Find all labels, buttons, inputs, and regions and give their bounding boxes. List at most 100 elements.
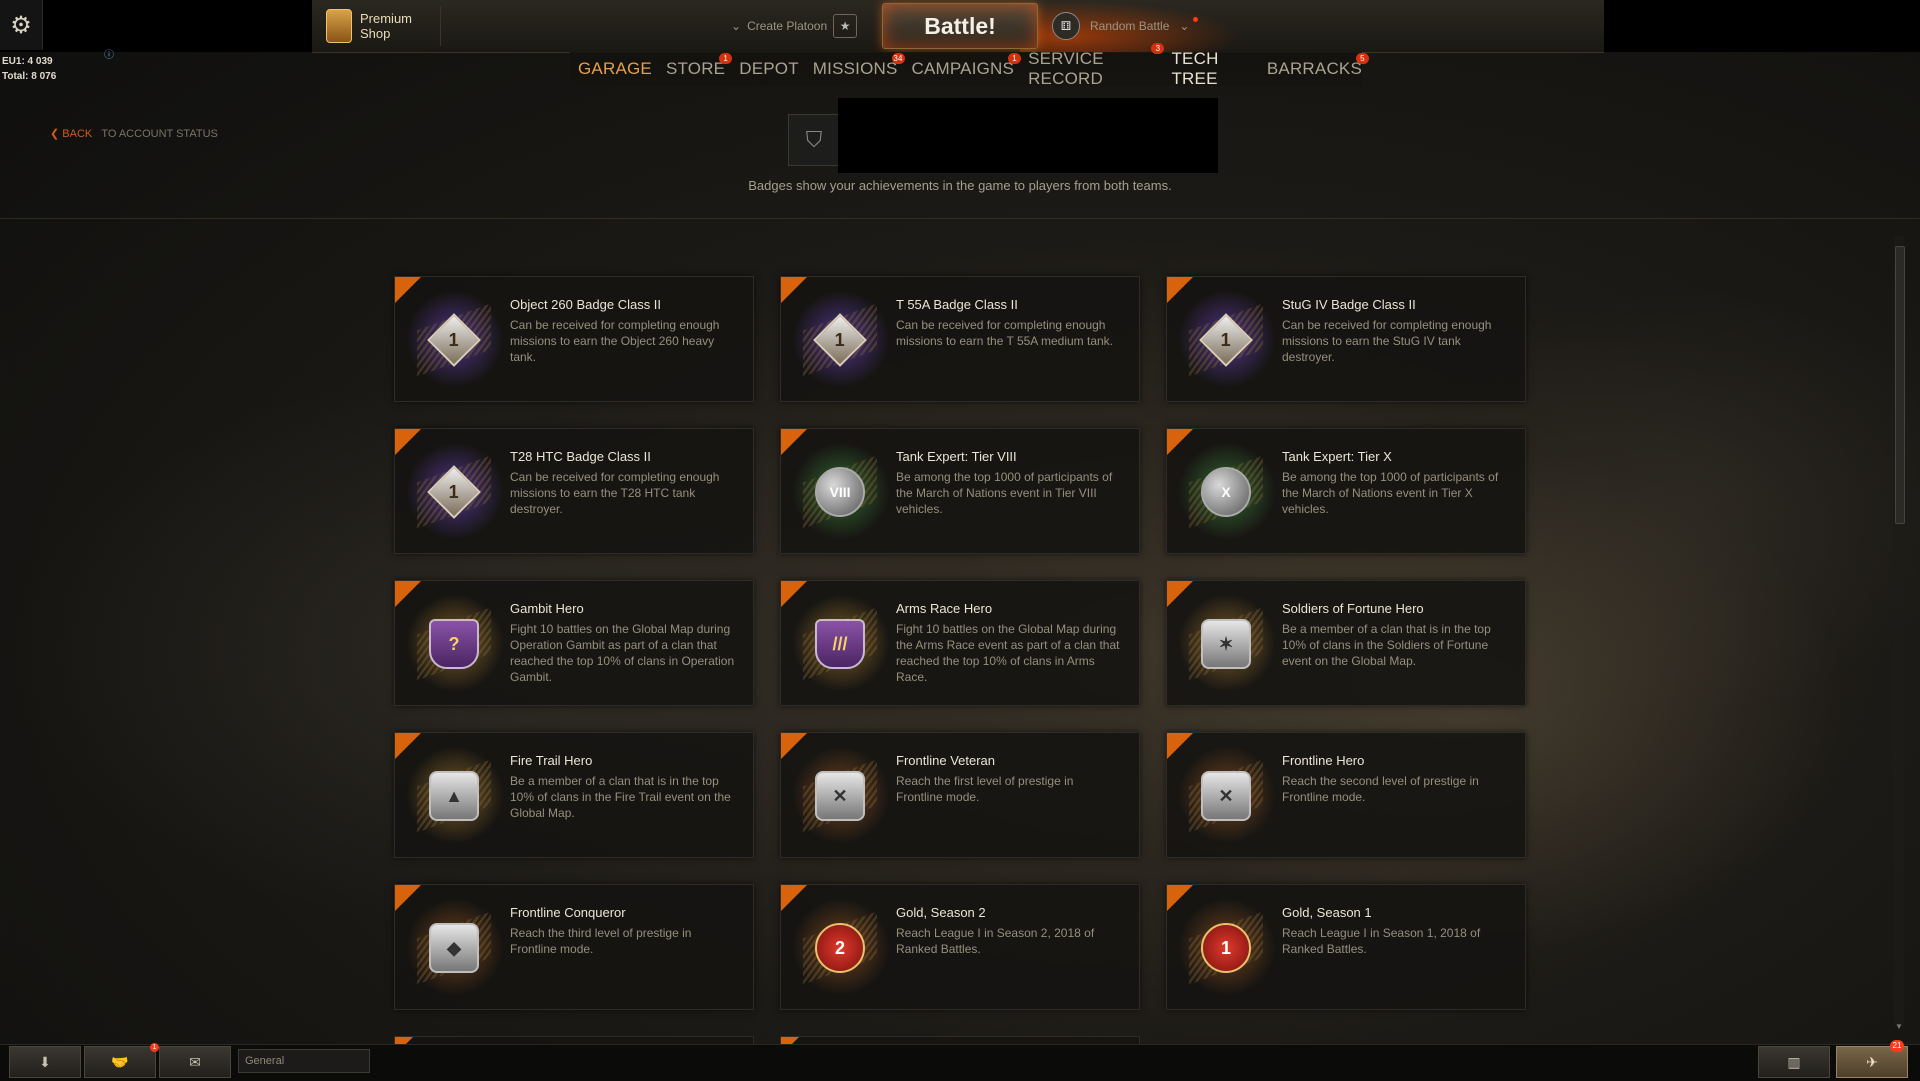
tab-campaigns[interactable]: CAMPAIGNS 1 — [911, 53, 1022, 79]
tab-label: STORE — [665, 59, 726, 78]
badge-card[interactable]: 1 StuG IV Badge Class II Can be received f… — [1166, 276, 1526, 402]
badge-card[interactable]: ? Gambit Hero Fight 10 battles on the Glob… — [394, 580, 754, 706]
badge-title: Frontline Conqueror — [510, 905, 626, 920]
battle-mode-selector[interactable]: ⚅ Random Battle ⌄ — [1052, 12, 1189, 40]
badge-card[interactable]: X Tank Expert: Tier X Be among the top 100… — [1166, 428, 1526, 554]
badge-title: Tank Expert: Tier X — [1282, 449, 1392, 464]
badge-card[interactable]: 1 Gold, Season 1 Reach League I in Season … — [1166, 884, 1526, 1010]
scroll-down-icon[interactable]: ▼ — [1894, 1022, 1904, 1032]
badge-glyph: 1 — [1220, 329, 1232, 350]
contacts-count: 1 — [150, 1043, 159, 1052]
badge-glyph: 2 — [834, 937, 845, 958]
badge-card[interactable]: VIII Tank Expert: Tier VIII Be among the t… — [780, 428, 1140, 554]
scrollbar-thumb[interactable] — [1895, 246, 1905, 524]
new-corner-marker — [395, 733, 421, 759]
badge-glyph: ✕ — [832, 785, 848, 806]
new-corner-marker — [395, 885, 421, 911]
player-name-redacted — [838, 98, 1218, 173]
badge-title: T28 HTC Badge Class II — [510, 449, 651, 464]
new-corner-marker — [781, 885, 807, 911]
badge-card[interactable]: /// Arms Race Hero Fight 10 battles on the… — [780, 580, 1140, 706]
badge-card[interactable]: 1 Object 260 Badge Class II Can be receive… — [394, 276, 754, 402]
winged-shield-icon: ? — [429, 619, 479, 669]
badge-description: Be a member of a clan that is in the top… — [510, 774, 731, 820]
player-stats: EU1: 4 039 Total: 8 076 — [2, 54, 56, 84]
badge-card[interactable]: ✶ Soldiers of Fortune Hero Be a member of … — [1166, 580, 1526, 706]
tab-garage[interactable]: GARAGE — [578, 59, 652, 79]
main-navigation: GARAGE STORE 1 DEPOT MISSIONS 34 CAMPAIGNS 1 SER… — [570, 43, 1369, 89]
tab-label: TECH TREE — [1171, 49, 1219, 88]
tab-label: SERVICE RECORD — [1028, 49, 1104, 88]
info-icon: ⓘ — [104, 50, 114, 61]
badge-card[interactable]: 1 T28 HTC Badge Class II Can be received f… — [394, 428, 754, 554]
stats-chart-icon[interactable]: ▥ — [1758, 1046, 1830, 1078]
handshake-icon[interactable]: 🤝 — [84, 1046, 156, 1078]
back-link[interactable]: ❮ BACK TO ACCOUNT STATUS — [50, 127, 218, 140]
tab-store[interactable]: STORE 1 — [665, 53, 733, 79]
badge-description: Reach League I in Season 2, 2018 of Rank… — [896, 926, 1095, 956]
tab-label: DEPOT — [739, 59, 799, 78]
badge-glyph: VIII — [829, 484, 851, 500]
badge-glyph: ✶ — [1218, 633, 1234, 654]
eagle-icon: ✶ — [1201, 619, 1251, 669]
badge-glyph: 1 — [1220, 937, 1231, 958]
tab-service-record[interactable]: SERVICE RECORD 3 — [1028, 43, 1165, 89]
tab-label: CAMPAIGNS — [911, 59, 1015, 78]
channel-input[interactable]: General — [238, 1049, 370, 1073]
create-platoon-button[interactable]: ⌄ Create Platoon ★ — [731, 14, 858, 38]
tab-depot[interactable]: DEPOT — [739, 59, 799, 79]
selected-badge-slot[interactable]: ⛉ — [788, 114, 840, 166]
total-online: Total: 8 076 — [2, 71, 57, 82]
badge-glyph: ▲ — [445, 785, 463, 806]
tab-missions[interactable]: MISSIONS 34 — [813, 53, 905, 79]
badge-glyph: ? — [448, 633, 460, 654]
random-battle-icon: ⚅ — [1052, 12, 1080, 40]
player-icon[interactable]: ⬇ — [9, 1046, 81, 1078]
badge-title: StuG IV Badge Class II — [1282, 297, 1416, 312]
premium-shop-label-1: Premium — [360, 11, 413, 26]
badge-card[interactable]: 1 T 55A Badge Class II Can be received for… — [780, 276, 1140, 402]
back-sub-label: TO ACCOUNT STATUS — [101, 128, 218, 140]
tab-count-badge: 1 — [1008, 53, 1022, 64]
badge-description: Can be received for completing enough mi… — [896, 318, 1114, 348]
tab-label: BARRACKS — [1266, 59, 1362, 78]
badge-description: Can be received for completing enough mi… — [1282, 318, 1492, 364]
new-corner-marker — [395, 277, 421, 303]
new-corner-marker — [781, 733, 807, 759]
new-corner-marker — [1167, 581, 1193, 607]
tab-count-badge: 3 — [1151, 43, 1165, 54]
tab-barracks[interactable]: BARRACKS 5 — [1266, 53, 1369, 79]
badge-description: Be among the top 1000 of participants of… — [1282, 470, 1499, 516]
badge-description: Can be received for completing enough mi… — [510, 470, 720, 516]
badge-card[interactable]: ◆ Frontline Conqueror Reach the third leve… — [394, 884, 754, 1010]
badge-title: T 55A Badge Class II — [896, 297, 1018, 312]
crossed-swords-icon: ✕ — [1201, 771, 1251, 821]
premium-shop-button[interactable]: Premium Shop — [326, 6, 441, 46]
gear-icon[interactable]: ⚙ — [0, 0, 43, 50]
badge-glyph: ◆ — [447, 937, 461, 958]
badge-placeholder-icon: ⛉ — [805, 127, 823, 152]
create-platoon-label: Create Platoon — [747, 19, 828, 33]
chat-icon[interactable]: ✉ — [159, 1046, 231, 1078]
badge-card[interactable]: ✕ Frontline Hero Reach the second level of… — [1166, 732, 1526, 858]
premium-shop-label-2: Shop — [360, 26, 391, 41]
badge-title: Frontline Veteran — [896, 753, 996, 768]
badge-description: Reach the second level of prestige in Fr… — [1282, 774, 1479, 804]
badge-glyph: 1 — [448, 481, 460, 502]
ranked-shield-icon: 2 — [815, 923, 865, 973]
server-online: EU1: 4 039 — [2, 56, 53, 67]
globe-tier-icon: X — [1201, 467, 1251, 517]
badge-card[interactable]: ✕ Frontline Veteran Reach the first level … — [780, 732, 1140, 858]
badge-title: Object 260 Badge Class II — [510, 297, 662, 312]
ranked-shield-icon: 1 — [1201, 923, 1251, 973]
new-corner-marker — [781, 581, 807, 607]
badge-card[interactable]: ▲ Fire Trail Hero Be a member of a clan th… — [394, 732, 754, 858]
battle-mode-label: Random Battle — [1090, 19, 1170, 33]
badge-title: Gold, Season 1 — [1282, 905, 1372, 920]
badge-card[interactable]: 2 Gold, Season 2 Reach League I in Season … — [780, 884, 1140, 1010]
new-corner-marker — [1167, 885, 1193, 911]
battle-button[interactable]: Battle! — [882, 3, 1038, 49]
tab-tech-tree[interactable]: TECH TREE — [1171, 49, 1252, 89]
globe-tier-icon: VIII — [815, 467, 865, 517]
badge-description: Be a member of a clan that is in the top… — [1282, 622, 1491, 668]
